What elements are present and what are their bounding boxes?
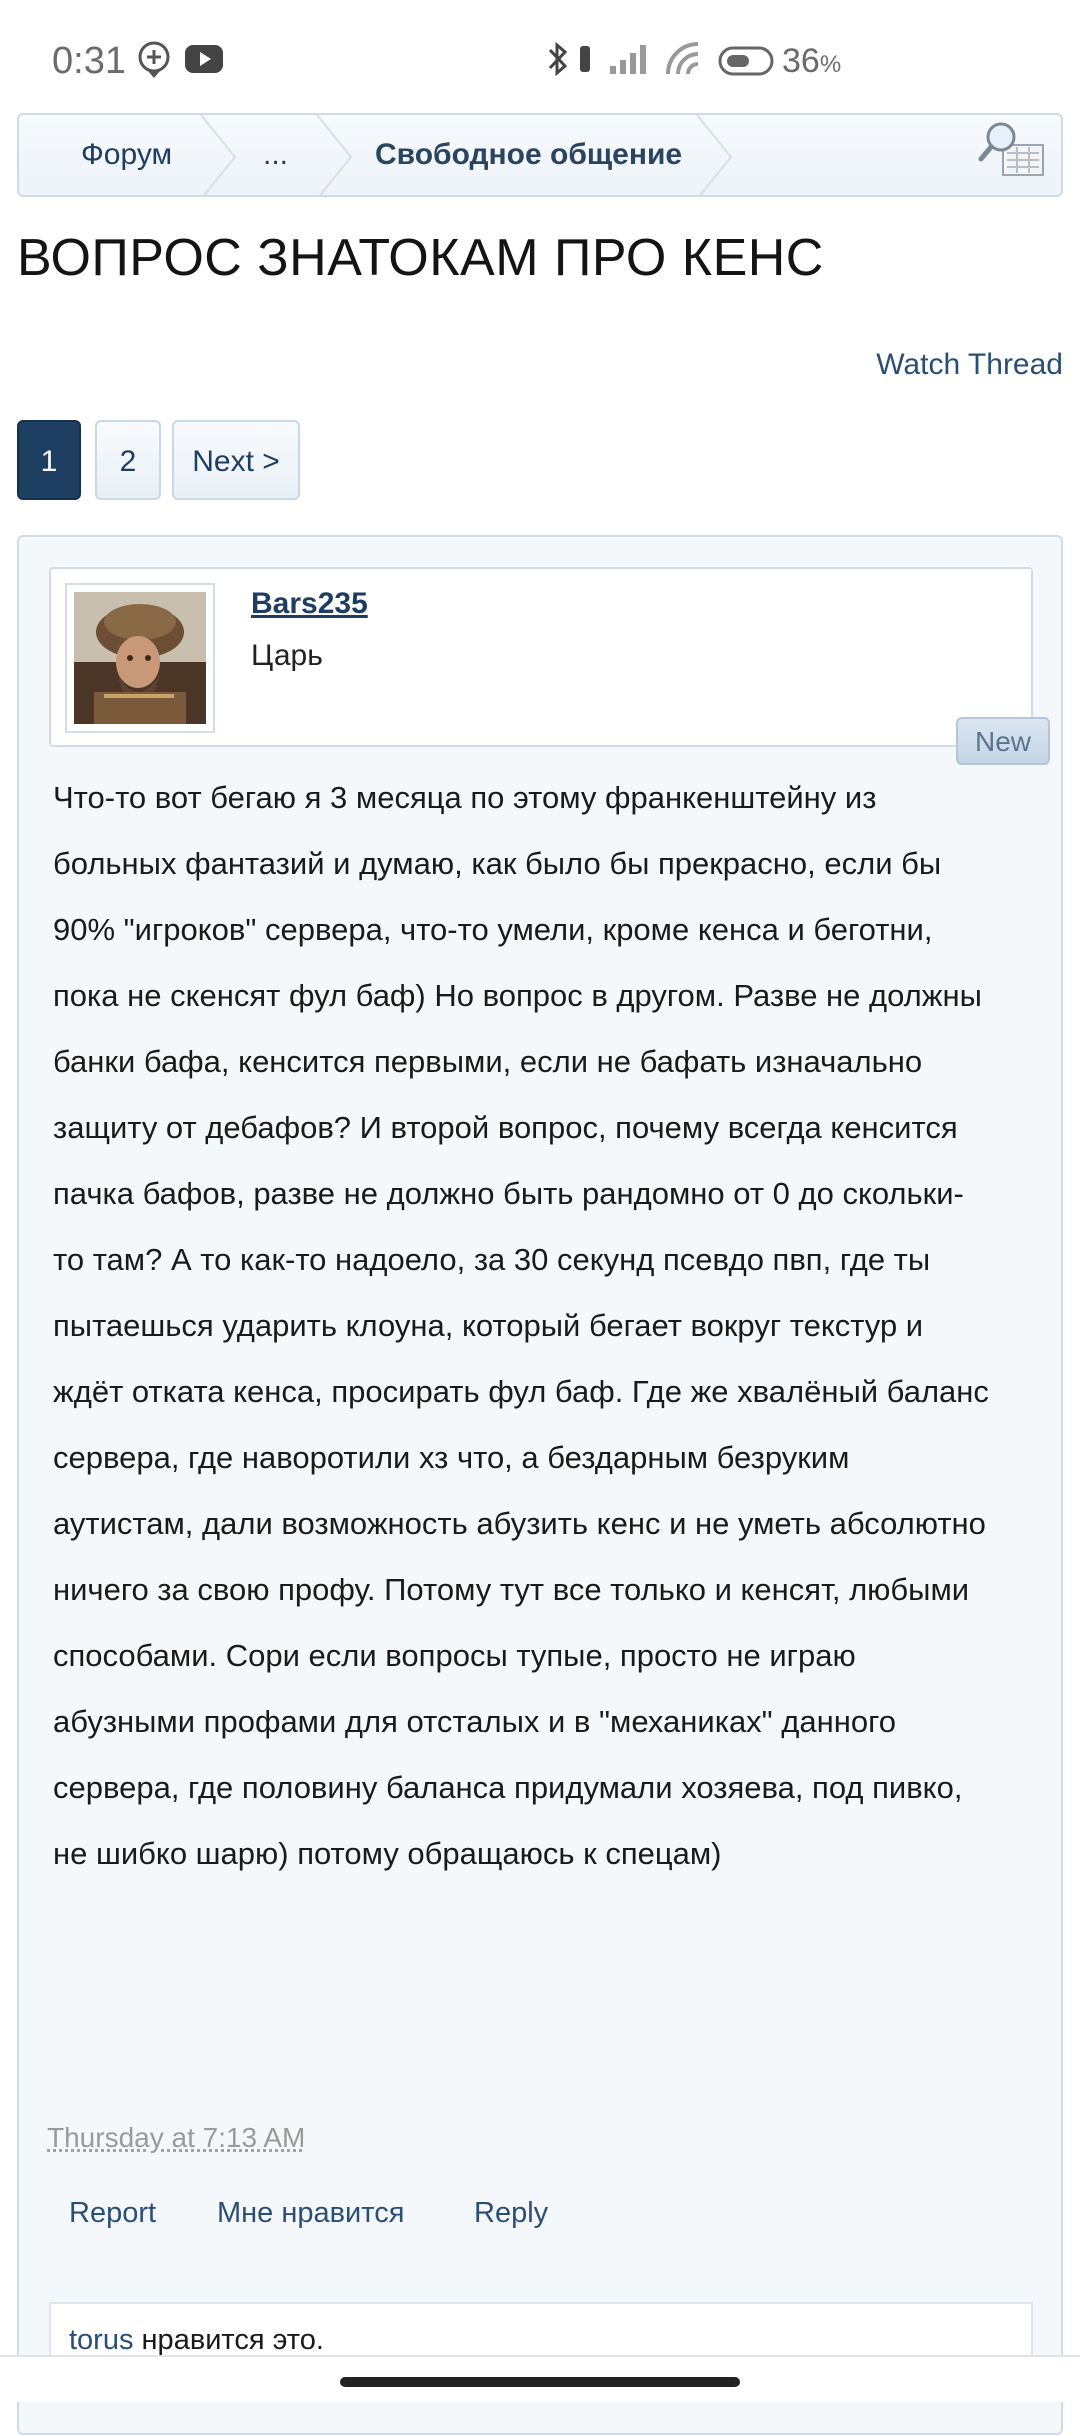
post-author-title: Царь — [251, 639, 323, 672]
watch-thread-link[interactable]: Watch Thread — [876, 348, 1063, 382]
breadcrumb-separator — [696, 115, 733, 195]
location-pin-icon — [136, 40, 172, 85]
battery-level: 36% — [782, 42, 842, 80]
status-bar: 0:31 36% — [0, 0, 1080, 130]
post-author-name[interactable]: Bars235 — [251, 587, 368, 621]
page-1-button[interactable]: 1 — [17, 420, 81, 500]
next-page-button[interactable]: Next > — [172, 420, 300, 500]
report-link[interactable]: Report — [69, 2197, 156, 2230]
page-2-button[interactable]: 2 — [95, 420, 161, 500]
post-date[interactable]: Thursday at 7:13 AM — [47, 2122, 305, 2154]
new-badge: New — [956, 717, 1050, 765]
breadcrumb-item-current[interactable]: Свободное общение — [375, 115, 682, 195]
breadcrumb: Форум ... Свободное общение — [17, 113, 1063, 197]
like-link[interactable]: Мне нравится — [217, 2197, 404, 2230]
likes-suffix: нравится это. — [141, 2324, 324, 2356]
reply-link[interactable]: Reply — [474, 2197, 548, 2230]
post-message: Что-то вот бегаю я 3 месяца по этому фра… — [53, 780, 989, 1871]
signal-icon — [608, 40, 648, 83]
system-nav-bar — [0, 2355, 1080, 2402]
post-author-block: Bars235 Царь — [49, 567, 1033, 747]
wifi-icon — [664, 40, 704, 83]
breadcrumb-separator — [316, 115, 353, 195]
breadcrumb-separator — [200, 115, 237, 195]
breadcrumb-item-forum[interactable]: Форум — [81, 115, 172, 195]
vibrate-icon — [578, 40, 592, 83]
post: Bars235 Царь New Что-то вот бегаю я 3 ме… — [17, 535, 1063, 2435]
battery-icon — [718, 46, 774, 81]
breadcrumb-item-ellipsis[interactable]: ... — [263, 115, 288, 195]
thread-title: ВОПРОС ЗНАТОКАМ ПРО КЕНС — [17, 229, 824, 287]
home-gesture-handle[interactable] — [340, 2377, 740, 2387]
liker-name[interactable]: torus — [69, 2324, 133, 2356]
avatar[interactable] — [65, 583, 215, 733]
search-icon[interactable] — [977, 115, 1047, 195]
youtube-icon — [184, 44, 224, 79]
bluetooth-icon — [546, 40, 570, 83]
status-time: 0:31 — [52, 40, 126, 82]
